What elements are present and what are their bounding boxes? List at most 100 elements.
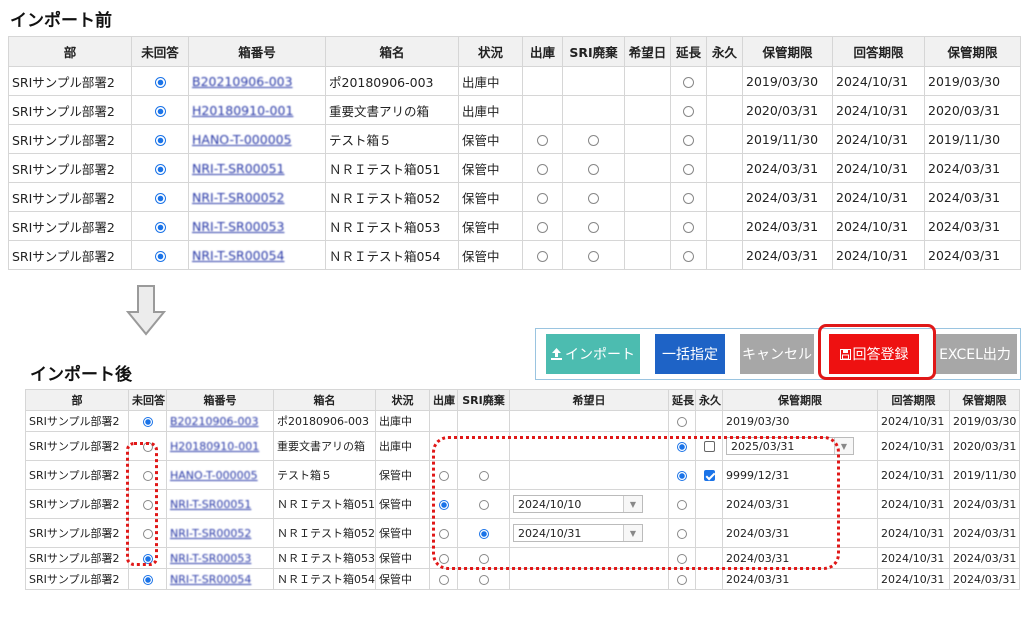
out-cell	[429, 568, 458, 590]
box-number-link-text[interactable]: B20210906-003	[192, 74, 293, 89]
status-cell: 保管中	[458, 240, 523, 270]
storage-period2-cell: 2019/03/30	[924, 66, 1021, 96]
box-number-link-text[interactable]: HANO-T-000005	[170, 469, 258, 482]
bulk-assign-button[interactable]: 一括指定	[655, 334, 725, 374]
extend-radio[interactable]	[683, 221, 694, 233]
before-table: 部未回答 箱番号 箱名 状況 出庫 SRI廃棄 希望日 延長 永久 保管期限 回答期限 保管期限 SR…	[8, 36, 1021, 270]
unanswered-radio[interactable]	[154, 250, 166, 262]
box-number-link: B20210906-003	[188, 66, 326, 96]
answer-deadline-cell: 2024/10/31	[877, 489, 950, 519]
table-row: SRIサンプル部署2 HANO-T-000005 テスト箱５ 保管中 2019/11/3…	[8, 124, 1021, 154]
extend-radio[interactable]	[683, 76, 694, 88]
unanswered-radio[interactable]	[154, 192, 166, 204]
answer-deadline-cell-text: 2024/10/31	[836, 189, 909, 205]
out-radio[interactable]	[537, 163, 548, 175]
sri-dispose-radio[interactable]	[588, 221, 599, 233]
box-name-cell-text: ＮＲＩテスト箱051	[329, 161, 441, 177]
box-number-link-text[interactable]: NRI-T-SR00052	[192, 190, 284, 205]
extend-cell	[670, 240, 707, 270]
box-number-link-text[interactable]: NRI-T-SR00053	[192, 219, 284, 234]
storage-period2-cell: 2024/03/31	[949, 518, 1020, 548]
box-number-link-text[interactable]: NRI-T-SR00052	[170, 527, 251, 540]
excel-export-button[interactable]: EXCEL出力	[933, 334, 1017, 374]
before-header-9: 永久	[706, 36, 743, 67]
box-number-link-text[interactable]: B20210906-003	[170, 415, 259, 428]
out-radio[interactable]	[537, 250, 548, 262]
extend-radio[interactable]	[677, 574, 687, 585]
box-number-link-text[interactable]: NRI-T-SR00053	[170, 552, 251, 565]
box-number-link-text[interactable]: NRI-T-SR00054	[170, 573, 251, 586]
extend-radio[interactable]	[683, 105, 694, 117]
unanswered-radio[interactable]	[154, 221, 166, 233]
extend-radio[interactable]	[683, 192, 694, 204]
sri-dispose-radio[interactable]	[478, 574, 489, 585]
box-number-link-text[interactable]: H20180910-001	[170, 440, 259, 453]
table-row: SRIサンプル部署2 NRI-T-SR00054 ＮＲＩテスト箱054 保管中 2024…	[25, 568, 1020, 590]
box-number-link-text[interactable]: H20180910-001	[192, 103, 293, 118]
box-name-cell-text: 重要文書アリの箱	[277, 440, 365, 453]
before-header-6: SRI廃棄	[562, 36, 625, 67]
answer-deadline-cell: 2024/10/31	[877, 410, 950, 432]
extend-radio[interactable]	[677, 416, 687, 427]
upload-icon	[551, 348, 562, 360]
sri-dispose-radio[interactable]	[588, 163, 599, 175]
answer-deadline-cell-text: 2024/10/31	[836, 247, 909, 263]
before-header-1: 未回答	[131, 36, 189, 67]
permanent-cell	[706, 182, 743, 212]
storage-period-cell-text: 2024/03/31	[726, 572, 790, 586]
box-number-link-text[interactable]: NRI-T-SR00051	[170, 498, 251, 511]
register-button-highlight	[818, 324, 936, 380]
box-name-cell: ポ20180906-003	[325, 66, 459, 96]
cancel-button[interactable]: キャンセル	[740, 334, 814, 374]
table-row: SRIサンプル部署2 NRI-T-SR00052 ＮＲＩテスト箱052 保管中 2024…	[8, 182, 1021, 212]
status-cell-text: 保管中	[379, 573, 412, 586]
unanswered-radio[interactable]	[142, 416, 153, 427]
unanswered-radio[interactable]	[154, 76, 166, 88]
box-name-cell: ＮＲＩテスト箱053	[273, 547, 376, 569]
box-number-link: B20210906-003	[166, 410, 274, 432]
status-cell-text: 保管中	[462, 248, 500, 264]
extend-radio[interactable]	[683, 134, 694, 146]
box-name-cell: ＮＲＩテスト箱051	[325, 153, 459, 183]
unanswered-radio[interactable]	[142, 574, 153, 585]
table-row: SRIサンプル部署2 B20210906-003 ポ20180906-003 出庫中 2…	[25, 410, 1020, 432]
sri-dispose-radio[interactable]	[588, 250, 599, 262]
dept-cell: SRIサンプル部署2	[8, 211, 132, 241]
storage-period2-cell: 2020/03/31	[924, 95, 1021, 125]
unanswered-radio[interactable]	[154, 163, 166, 175]
dept-cell-text: SRIサンプル部署2	[12, 161, 115, 177]
extend-radio[interactable]	[683, 250, 694, 262]
out-radio[interactable]	[438, 574, 449, 585]
unanswered-radio[interactable]	[154, 105, 166, 117]
dept-cell: SRIサンプル部署2	[25, 460, 129, 490]
dept-cell-text: SRIサンプル部署2	[12, 248, 115, 264]
box-number-link-text[interactable]: NRI-T-SR00054	[192, 248, 284, 263]
sri-dispose-radio[interactable]	[588, 134, 599, 146]
out-radio[interactable]	[537, 221, 548, 233]
box-number-link: H20180910-001	[188, 95, 326, 125]
answer-deadline-cell-text: 2024/10/31	[836, 218, 909, 234]
answer-deadline-cell-text: 2024/10/31	[881, 526, 945, 540]
unanswered-cell	[131, 124, 189, 154]
wish-date-cell	[624, 95, 671, 125]
status-cell: 保管中	[458, 124, 523, 154]
box-name-cell: テスト箱５	[325, 124, 459, 154]
permanent-cell	[706, 95, 743, 125]
extend-radio[interactable]	[683, 163, 694, 175]
box-number-link-text[interactable]: NRI-T-SR00051	[192, 161, 284, 176]
storage-period2-cell: 2019/11/30	[924, 124, 1021, 154]
out-radio[interactable]	[537, 192, 548, 204]
wish-date-cell	[624, 66, 671, 96]
out-radio[interactable]	[537, 134, 548, 146]
box-number-link-text[interactable]: HANO-T-000005	[192, 132, 292, 147]
out-cell	[522, 211, 563, 241]
unanswered-radio[interactable]	[154, 134, 166, 146]
box-name-cell-text: テスト箱５	[277, 469, 332, 482]
out-cell	[522, 153, 563, 183]
import-button[interactable]: インポート	[546, 334, 640, 374]
wish-date-cell	[624, 240, 671, 270]
status-cell-text: 保管中	[462, 219, 500, 235]
sri-dispose-cell	[457, 410, 510, 432]
sri-dispose-radio[interactable]	[588, 192, 599, 204]
answer-deadline-cell: 2024/10/31	[832, 124, 925, 154]
